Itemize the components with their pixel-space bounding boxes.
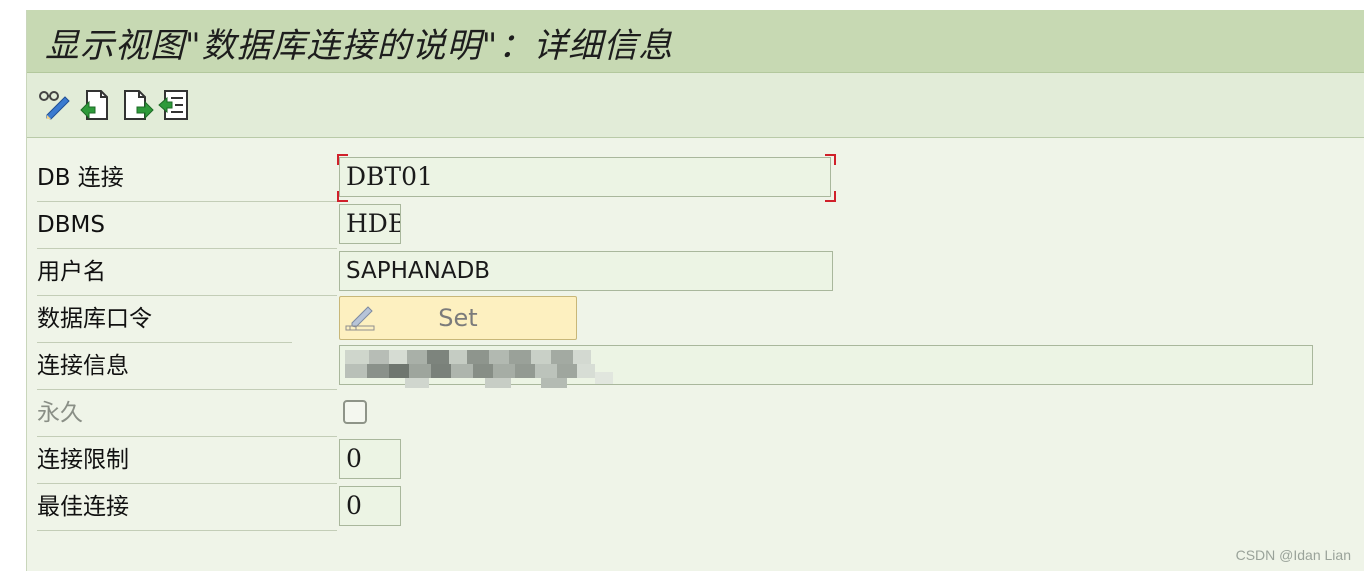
db-connection-label: DB 连接 — [37, 155, 337, 202]
optimal-connections-field[interactable]: 0 — [339, 486, 401, 526]
redacted-content — [345, 348, 635, 390]
optimal-connections-label: 最佳连接 — [37, 484, 337, 531]
focus-frame-corner — [337, 191, 348, 202]
permanent-label: 永久 — [37, 390, 337, 437]
other-entry-icon[interactable] — [157, 88, 191, 122]
focus-frame-corner — [825, 154, 836, 165]
dbms-label: DBMS — [37, 202, 337, 249]
display-change-icon[interactable] — [37, 88, 71, 122]
connection-limit-field[interactable]: 0 — [339, 439, 401, 479]
edit-pencil-icon — [344, 302, 376, 334]
dbms-field[interactable]: HDB — [339, 204, 401, 244]
next-entry-icon[interactable] — [121, 88, 155, 122]
page-title: 显示视图"数据库连接的说明"：详细信息 — [45, 26, 674, 66]
username-field[interactable]: SAPHANADB — [339, 251, 833, 291]
db-password-label: 数据库口令 — [37, 296, 292, 343]
set-button-label: Set — [438, 304, 478, 332]
db-connection-field[interactable]: DBT01 — [339, 157, 831, 197]
title-bar: 显示视图"数据库连接的说明"：详细信息 — [27, 10, 1364, 73]
focus-frame-corner — [825, 191, 836, 202]
permanent-checkbox[interactable] — [343, 400, 367, 424]
application-toolbar — [27, 73, 1364, 138]
username-label: 用户名 — [37, 249, 337, 296]
connection-info-label: 连接信息 — [37, 343, 337, 390]
previous-entry-icon[interactable] — [79, 88, 113, 122]
watermark-text: CSDN @Idan Lian — [1235, 547, 1351, 563]
app-window: 显示视图"数据库连接的说明"：详细信息 DB 连接 DBT01 DBMS HDB… — [26, 10, 1364, 571]
focus-frame-corner — [337, 154, 348, 165]
connection-limit-label: 连接限制 — [37, 437, 337, 484]
set-password-button[interactable]: Set — [339, 296, 577, 340]
